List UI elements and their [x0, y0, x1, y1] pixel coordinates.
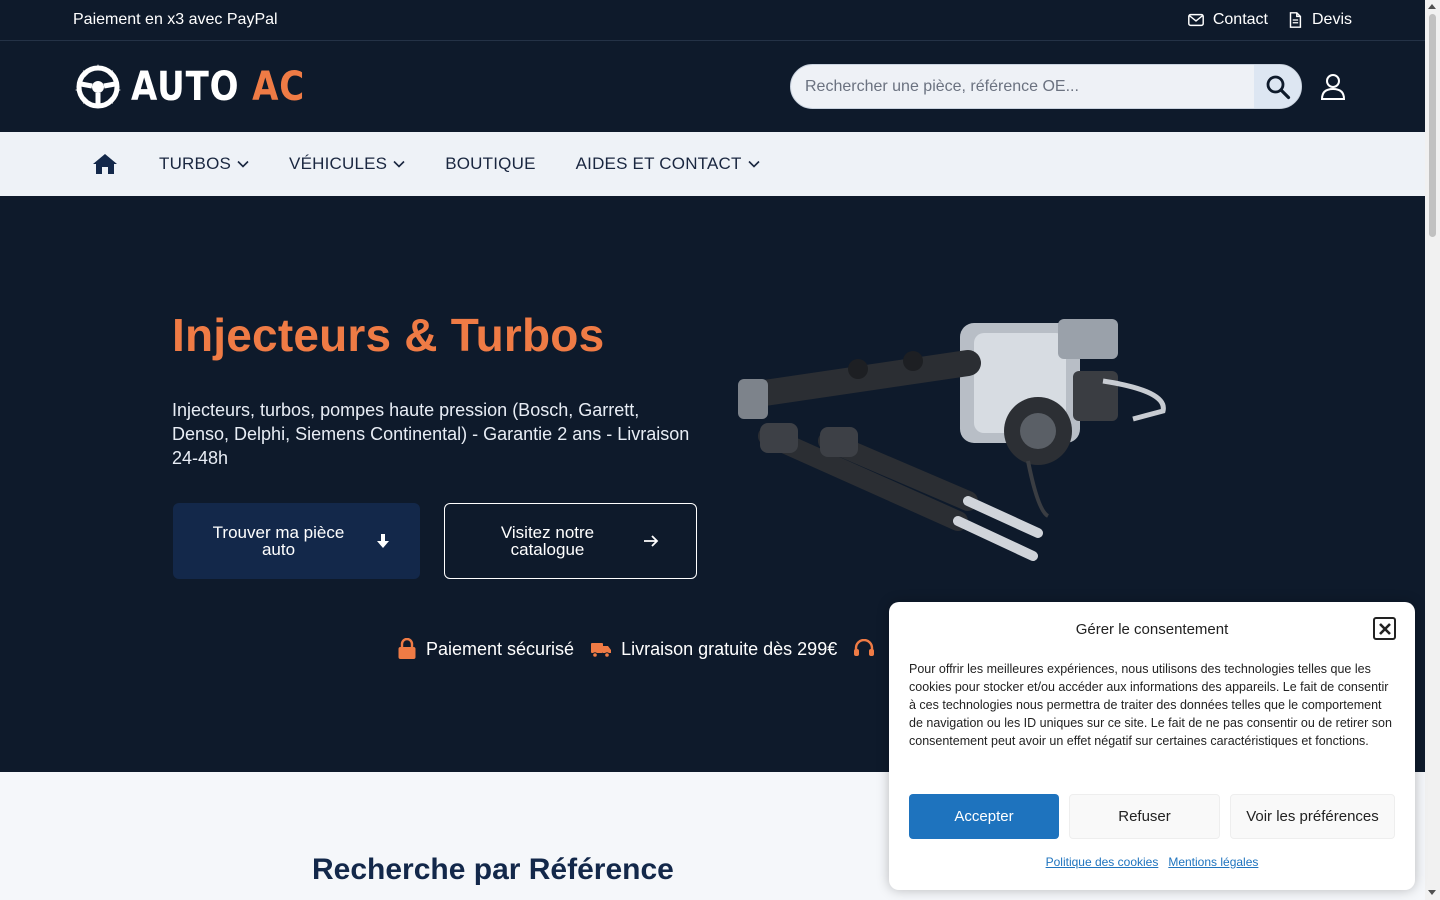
preferences-button[interactable]: Voir les préférences [1230, 794, 1395, 839]
chevron-down-icon [748, 160, 760, 168]
refuse-button[interactable]: Refuser [1069, 794, 1220, 839]
chevron-down-icon [237, 160, 249, 168]
scroll-down-arrow-icon[interactable] [1428, 890, 1436, 895]
top-links: Contact Devis [1187, 11, 1352, 29]
close-button[interactable] [1373, 617, 1396, 640]
quote-link[interactable]: Devis [1286, 11, 1352, 29]
nav-label: BOUTIQUE [445, 154, 536, 173]
consent-links: Politique des cookies Mentions légales [889, 855, 1415, 869]
scroll-thumb[interactable] [1429, 14, 1436, 237]
search-input[interactable] [791, 65, 1254, 108]
quote-label: Devis [1311, 11, 1352, 28]
scroll-up-arrow-icon[interactable] [1428, 4, 1436, 9]
chevron-down-icon [393, 160, 405, 168]
find-part-button[interactable]: Trouver ma pièce auto [173, 503, 420, 579]
truck-icon [591, 643, 612, 658]
accept-button[interactable]: Accepter [909, 794, 1059, 839]
logo-word-ac: AC [252, 63, 306, 110]
free-shipping-badge: Livraison gratuite dès 299€ [590, 639, 837, 660]
document-icon [1289, 12, 1302, 28]
free-shipping-label: Livraison gratuite dès 299€ [621, 638, 838, 659]
main-nav: TURBOS VÉHICULES BOUTIQUE AIDES ET CONTA… [0, 132, 1425, 196]
trust-badges: Paiement sécurisé Livraison gratuite dès… [397, 638, 875, 660]
injector-pump-image [738, 319, 1166, 561]
cookie-consent-dialog: Gérer le consentement Pour offrir les me… [889, 602, 1415, 890]
logo-word-auto: AUTO [131, 63, 240, 110]
search-icon [1266, 75, 1290, 99]
steering-wheel-logo-icon [75, 63, 121, 108]
logo[interactable]: AUTO AC [73, 62, 336, 112]
arrow-right-icon [643, 535, 658, 547]
page-scrollbar[interactable] [1425, 0, 1440, 900]
header-right [790, 64, 1352, 109]
catalogue-label: Visitez notre catalogue [500, 523, 595, 559]
nav-item-aides-contact[interactable]: AIDES ET CONTACT [576, 154, 760, 174]
cookie-policy-link[interactable]: Politique des cookies [1046, 855, 1159, 869]
secure-payment-badge: Paiement sécurisé [397, 638, 574, 660]
headset-icon [854, 639, 875, 656]
nav-item-vehicules[interactable]: VÉHICULES [289, 154, 405, 174]
nav-label: AIDES ET CONTACT [575, 154, 742, 173]
find-part-label: Trouver ma pièce auto [212, 523, 345, 559]
contact-link[interactable]: Contact [1187, 11, 1268, 29]
close-icon [1378, 622, 1391, 635]
hero-description: Injecteurs, turbos, pompes haute pressio… [172, 400, 690, 468]
envelope-icon [1187, 13, 1204, 27]
legal-notice-link[interactable]: Mentions légales [1168, 855, 1258, 869]
nav-label: TURBOS [159, 154, 232, 173]
contact-label: Contact [1212, 11, 1268, 28]
search-bar [790, 64, 1302, 109]
logo-text: AUTO AC [131, 64, 305, 110]
reference-search-title: Recherche par Référence [312, 853, 674, 886]
nav-item-turbos[interactable]: TURBOS [159, 154, 249, 174]
nav-item-boutique[interactable]: BOUTIQUE [445, 154, 535, 174]
lock-icon [398, 638, 416, 659]
home-icon[interactable] [91, 152, 119, 176]
paypal-promo: Paiement en x3 avec PayPal [73, 11, 278, 28]
arrow-down-icon [376, 534, 389, 548]
support-badge [853, 639, 875, 659]
consent-text: Pour offrir les meilleures expériences, … [909, 662, 1392, 748]
search-button[interactable] [1254, 65, 1301, 108]
secure-payment-label: Paiement sécurisé [426, 638, 575, 659]
top-bar: Paiement en x3 avec PayPal Contact Devis [0, 0, 1425, 41]
consent-title: Gérer le consentement [1075, 621, 1229, 638]
nav-label: VÉHICULES [289, 154, 388, 173]
hero-title: Injecteurs & Turbos [172, 309, 605, 361]
user-account-icon[interactable] [1320, 73, 1346, 101]
catalogue-button[interactable]: Visitez notre catalogue [444, 503, 697, 579]
header: AUTO AC [0, 41, 1425, 132]
